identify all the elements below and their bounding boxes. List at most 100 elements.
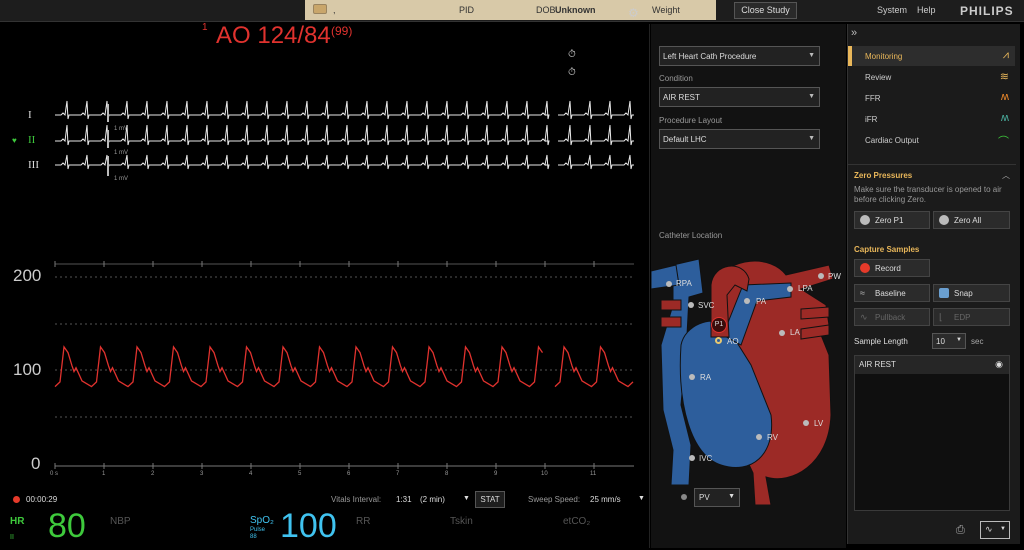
rr-label: RR xyxy=(356,516,371,527)
edp-label: EDP xyxy=(954,313,971,322)
ecg-trace xyxy=(55,154,634,170)
condition-select-value: AIR REST xyxy=(663,93,700,102)
tskin-label: Tskin xyxy=(450,516,473,527)
waveform-tool-icon: ∿ xyxy=(985,524,993,534)
procedure-select[interactable]: Left Heart Cath Procedure ▼ xyxy=(659,46,820,66)
baseline-label: Baseline xyxy=(875,289,906,298)
chevron-down-icon: ▼ xyxy=(728,493,735,500)
ao-marker[interactable] xyxy=(715,337,722,344)
ao-label: AO xyxy=(727,337,739,346)
time-tick-label: 9 xyxy=(494,471,498,477)
collapse-icon[interactable]: ︿ xyxy=(1002,170,1010,181)
zero-icon xyxy=(860,215,870,225)
time-tick-label: 1 xyxy=(102,471,106,477)
nbp-label: NBP xyxy=(110,516,131,527)
vitals-interval-label: Vitals Interval: xyxy=(331,495,382,504)
pw-label: PW xyxy=(828,272,841,281)
pv-select[interactable]: PV ▼ xyxy=(694,488,740,507)
procedure-layout-select[interactable]: Default LHC ▼ xyxy=(659,129,820,149)
scale-label-mid: 100 xyxy=(13,360,42,379)
spo2-pulse-label: Pulse 88 xyxy=(250,527,266,540)
pv-marker-icon xyxy=(681,494,687,500)
ivc-marker[interactable] xyxy=(689,455,695,461)
pullback-button[interactable]: ∿ Pullback xyxy=(854,308,930,326)
pa-label: PA xyxy=(756,297,767,306)
snap-button[interactable]: Snap xyxy=(933,284,1010,302)
waveform-tools-button[interactable]: ∿ ▼ xyxy=(980,521,1010,539)
chevron-down-icon: ▼ xyxy=(808,52,815,59)
spo2-value: 100 xyxy=(280,507,337,545)
time-tick-label: 11 xyxy=(590,471,597,477)
pw-marker[interactable] xyxy=(818,273,824,279)
hr-label: HR xyxy=(10,516,25,527)
recording-indicator-icon xyxy=(13,496,20,503)
la-label: LA xyxy=(790,328,800,337)
catheter-location-label: Catheter Location xyxy=(659,231,723,240)
edp-icon: ⌊ xyxy=(939,312,943,322)
elapsed-time: 00:00:29 xyxy=(26,495,58,504)
nav-ifr[interactable]: iFR ʍ xyxy=(848,109,1015,129)
ffr-icon: ʍ xyxy=(1001,91,1009,103)
etco2-label: etCO₂ xyxy=(563,516,591,527)
la-marker[interactable] xyxy=(779,330,785,336)
baseline-button[interactable]: ≈ Baseline xyxy=(854,284,930,302)
rv-marker[interactable] xyxy=(756,434,762,440)
edp-button[interactable]: ⌊ EDP xyxy=(933,308,1010,326)
help-menu[interactable]: Help xyxy=(917,5,936,15)
nav-ifr-label: iFR xyxy=(865,115,878,124)
pa-marker[interactable] xyxy=(744,298,750,304)
zero-help-text: Make sure the transducer is opened to ai… xyxy=(854,185,1002,204)
zero-all-button[interactable]: Zero All xyxy=(933,211,1010,229)
camera-icon xyxy=(939,288,949,298)
chevron-down-icon[interactable]: ▼ xyxy=(638,495,645,502)
time-tick-label: 6 xyxy=(347,471,351,477)
ecg-trace xyxy=(55,100,634,120)
printer-icon[interactable]: ⎙ xyxy=(956,524,965,537)
divider xyxy=(848,164,1016,165)
nav-ffr-label: FFR xyxy=(865,94,881,103)
cardiac-output-icon: ⌒ xyxy=(998,136,1009,148)
ecg-traces xyxy=(55,100,634,170)
svc-marker[interactable] xyxy=(688,302,694,308)
p1-catheter-marker[interactable]: P1 xyxy=(711,317,727,333)
expand-icon[interactable]: » xyxy=(851,27,857,39)
sample-list[interactable]: AIR REST ◉ xyxy=(854,355,1010,511)
zero-all-label: Zero All xyxy=(954,216,982,225)
sample-list-header[interactable]: AIR REST ◉ xyxy=(855,356,1009,374)
pv-select-value: PV xyxy=(699,493,710,502)
system-menu[interactable]: System xyxy=(877,5,907,15)
ra-marker[interactable] xyxy=(689,374,695,380)
capture-samples-title: Capture Samples xyxy=(854,245,920,254)
zero-p1-button[interactable]: Zero P1 xyxy=(854,211,930,229)
monitoring-icon: ⩘ xyxy=(1002,49,1009,61)
eye-icon[interactable]: ◉ xyxy=(995,359,1003,370)
nav-cardiac-output[interactable]: Cardiac Output ⌒ xyxy=(848,130,1015,150)
nav-ffr[interactable]: FFR ʍ xyxy=(848,88,1015,108)
condition-select[interactable]: AIR REST ▼ xyxy=(659,87,820,107)
close-study-button[interactable]: Close Study xyxy=(734,2,797,19)
ecg-trace xyxy=(55,124,634,146)
record-button[interactable]: Record xyxy=(854,259,930,277)
chevron-down-icon[interactable]: ▼ xyxy=(463,495,470,502)
procedure-layout-value: Default LHC xyxy=(663,135,707,144)
stat-button[interactable]: STAT xyxy=(475,491,505,508)
lv-marker[interactable] xyxy=(803,420,809,426)
nav-review[interactable]: Review ≋ xyxy=(848,67,1015,87)
sample-length-value: 10 xyxy=(936,337,945,346)
spo2-label: SpO₂ xyxy=(250,515,274,526)
philips-logo: PHILIPS xyxy=(960,4,1014,18)
vitals-interval-select[interactable]: (2 min) xyxy=(420,495,445,504)
sweep-speed-select[interactable]: 25 mm/s xyxy=(590,495,621,504)
nav-monitoring-label: Monitoring xyxy=(865,52,903,61)
scale-label-top: 200 xyxy=(13,266,42,285)
rpa-marker[interactable] xyxy=(666,281,672,287)
sample-length-select[interactable]: 10 ▼ xyxy=(932,333,966,349)
record-icon xyxy=(860,263,870,273)
lpa-label: LPA xyxy=(798,284,813,293)
zero-p1-label: Zero P1 xyxy=(875,216,904,225)
nav-monitoring[interactable]: Monitoring ⩘ xyxy=(848,46,1015,66)
time-tick-label: 5 xyxy=(298,471,302,477)
time-tick-label: 8 xyxy=(445,471,449,477)
time-tick-label: 3 xyxy=(200,471,204,477)
lpa-marker[interactable] xyxy=(787,286,793,292)
